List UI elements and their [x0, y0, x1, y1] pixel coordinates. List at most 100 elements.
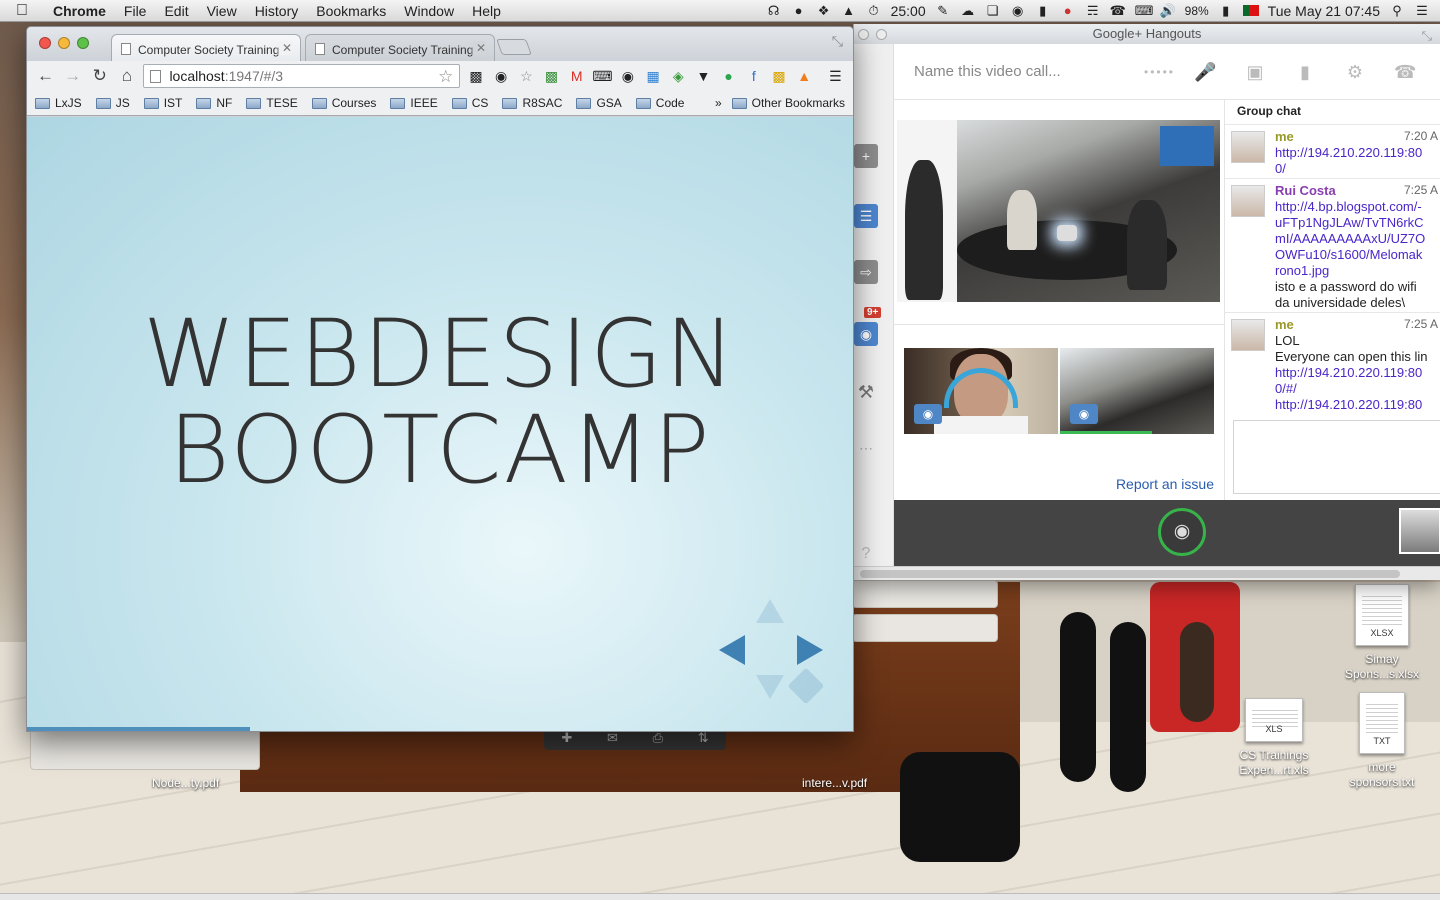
chat-link[interactable]: http://4.bp.blogspot.com/-: [1275, 199, 1440, 215]
chat-link[interactable]: http://194.210.220.119:80: [1275, 365, 1440, 381]
reader-extension-icon[interactable]: ▩: [466, 66, 485, 86]
call-name-input[interactable]: Name this video call...: [914, 63, 1134, 80]
phone-icon[interactable]: ☎: [1110, 3, 1126, 18]
chat-link[interactable]: OWFu10/s1600/Melomak: [1275, 247, 1440, 263]
bookmark-folder[interactable]: Courses: [311, 96, 376, 110]
menu-history[interactable]: History: [246, 3, 308, 19]
mail-icon[interactable]: ✉: [607, 730, 618, 746]
keyboard-extension-icon[interactable]: ⌨: [592, 66, 612, 86]
hangouts-extension-icon[interactable]: ●: [719, 66, 738, 86]
mute-video-icon[interactable]: ▣: [1244, 61, 1266, 83]
chat-link[interactable]: http://194.210.220.119:80: [1275, 145, 1440, 161]
drive-icon[interactable]: ▲: [841, 3, 857, 18]
invite-people-icon[interactable]: +: [854, 144, 878, 168]
app-menu[interactable]: Chrome: [44, 3, 115, 19]
window-close-button[interactable]: [39, 37, 51, 49]
spotlight-search-icon[interactable]: ⚲: [1389, 3, 1405, 18]
pen-icon[interactable]: ✎: [935, 3, 951, 18]
horizontal-scrollbar[interactable]: [854, 566, 1440, 580]
page-info-icon[interactable]: [150, 69, 162, 83]
volume-icon[interactable]: 🔊: [1160, 3, 1176, 18]
chat-icon[interactable]: ☰: [854, 204, 878, 228]
chat-link[interactable]: 0/: [1275, 161, 1440, 177]
chat-link[interactable]: mI/AAAAAAAAAxU/UZ7O: [1275, 231, 1440, 247]
slide-nav-down-icon[interactable]: [756, 675, 784, 699]
window-close-button[interactable]: [858, 29, 869, 40]
expand-icon[interactable]: ⤡: [1422, 26, 1432, 46]
slide-nav-left-icon[interactable]: [719, 635, 745, 665]
bookmark-folder[interactable]: CS: [451, 96, 488, 110]
home-icon[interactable]: ⌂: [116, 65, 137, 87]
evernote-extension-icon[interactable]: ◉: [492, 66, 511, 86]
more-apps-icon[interactable]: ⋯: [854, 436, 878, 460]
speaker-notes-icon[interactable]: [787, 667, 825, 705]
tab-close-icon[interactable]: ✕: [469, 41, 486, 55]
desktop-file-interview-pdf[interactable]: intere...v.pdf: [802, 776, 867, 790]
desktop-file-simay[interactable]: XLSX Simay Spons...s.xlsx: [1334, 584, 1430, 682]
tab-active[interactable]: Computer Society Training ✕: [111, 34, 301, 61]
record-icon[interactable]: ●: [1060, 3, 1076, 18]
pocket-extension-icon[interactable]: ▼: [694, 66, 713, 86]
capture-app-icon[interactable]: ◉: [854, 322, 878, 346]
capture-camera-button[interactable]: ◉: [1158, 508, 1206, 556]
menu-help[interactable]: Help: [463, 3, 510, 19]
bookmark-folder[interactable]: JS: [95, 96, 130, 110]
chat-link[interactable]: uFTp1NgJLAw/TvTN6rkC: [1275, 215, 1440, 231]
window-minimize-button[interactable]: [876, 29, 887, 40]
screenshare-icon[interactable]: ⇨: [854, 260, 878, 284]
notification-center-icon[interactable]: ☰: [1414, 3, 1430, 18]
bookmark-folder[interactable]: IST: [143, 96, 182, 110]
help-icon[interactable]: ?: [854, 542, 878, 566]
tab-inactive[interactable]: Computer Society Training ✕: [305, 34, 495, 61]
menu-bookmarks[interactable]: Bookmarks: [307, 3, 395, 19]
chrome-menu-icon[interactable]: ☰: [826, 66, 845, 86]
address-bar[interactable]: localhost:1947/#/3 ☆: [143, 64, 461, 88]
flag-portugal-icon[interactable]: [1242, 5, 1259, 16]
keyboard-icon[interactable]: ⌨: [1135, 3, 1154, 18]
cloud-icon[interactable]: ☁: [960, 3, 976, 18]
bookmark-folder[interactable]: NF: [196, 96, 232, 110]
other-bookmarks-folder[interactable]: Other Bookmarks: [731, 96, 845, 110]
headphones-icon[interactable]: ☊: [766, 3, 782, 18]
slide-nav-right-icon[interactable]: [797, 635, 823, 665]
settings-gear-icon[interactable]: ⚙: [1344, 61, 1366, 83]
chat-link[interactable]: http://194.210.220.119:80: [1275, 397, 1440, 413]
captured-photo-thumbnail[interactable]: [1399, 508, 1440, 554]
participant-thumbnail-room[interactable]: ◉: [1060, 348, 1214, 434]
bookmark-star-extension-icon[interactable]: ☆: [517, 66, 536, 86]
forward-arrow-icon[interactable]: →: [62, 65, 83, 87]
desktop-file-more-sponsors[interactable]: TXT more sponsors.txt: [1334, 692, 1430, 790]
window-zoom-button[interactable]: [77, 37, 89, 49]
desktop-file-cs-trainings[interactable]: XLS CS Trainings Expen...rt.xls: [1226, 698, 1322, 778]
fb-extension-icon[interactable]: f: [744, 66, 763, 86]
grid-extension-icon[interactable]: ▦: [644, 66, 663, 86]
camera-extension-icon[interactable]: ◉: [618, 66, 637, 86]
green-document-extension-icon[interactable]: ▩: [542, 66, 561, 86]
bookmark-folder[interactable]: GSA: [576, 96, 622, 110]
menu-window[interactable]: Window: [395, 3, 463, 19]
desktop-file-node-pdf[interactable]: Node...ty.pdf: [152, 776, 219, 790]
bookmark-folder[interactable]: LxJS: [35, 96, 82, 110]
menu-file[interactable]: File: [115, 3, 156, 19]
back-arrow-icon[interactable]: ←: [35, 65, 56, 87]
dropbox-icon[interactable]: ❖: [816, 3, 832, 18]
balloon-icon[interactable]: ●: [791, 3, 807, 18]
bookmark-folder[interactable]: IEEE: [390, 96, 438, 110]
wifi-icon[interactable]: ☴: [1085, 3, 1101, 18]
print-icon[interactable]: ⎙: [653, 730, 663, 746]
chat-link[interactable]: rono1.jpg: [1275, 263, 1440, 279]
sort-icon[interactable]: ⇅: [698, 730, 709, 746]
timer-icon[interactable]: ⏱: [866, 3, 882, 18]
timer-readout[interactable]: 25:00: [891, 3, 926, 19]
colorful-extension-icon[interactable]: ▩: [769, 66, 788, 86]
android-extension-icon[interactable]: ◈: [669, 66, 688, 86]
apple-menu-icon[interactable]: : [0, 2, 44, 20]
bookmark-folder[interactable]: R8SAC: [502, 96, 562, 110]
screens-icon[interactable]: ❏: [985, 3, 1001, 18]
menu-edit[interactable]: Edit: [155, 3, 197, 19]
gmail-extension-icon[interactable]: M: [567, 66, 586, 86]
exit-call-icon[interactable]: ☎: [1394, 61, 1416, 83]
participant-thumbnail-self[interactable]: ◉: [904, 348, 1058, 434]
signal-bars-icon[interactable]: ▮: [1035, 3, 1051, 18]
slide-nav-up-icon[interactable]: [756, 599, 784, 623]
